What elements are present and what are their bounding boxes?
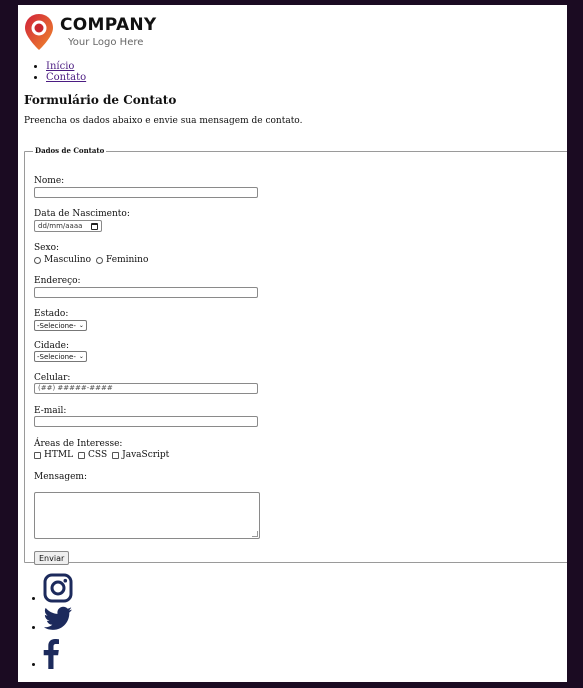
area-html-label: HTML: [44, 450, 74, 460]
list-bullet: [32, 663, 35, 666]
nome-input[interactable]: [34, 187, 258, 198]
nome-label: Nome:: [34, 176, 65, 186]
email-input[interactable]: [34, 416, 258, 427]
area-css-checkbox[interactable]: [78, 451, 86, 459]
nascimento-label: Data de Nascimento:: [34, 209, 130, 219]
estado-select-value: -Selecione-: [37, 321, 76, 330]
estado-label: Estado:: [34, 309, 69, 319]
resize-handle-icon[interactable]: [252, 531, 258, 537]
facebook-icon[interactable]: [43, 639, 59, 669]
nascimento-placeholder: dd/mm/aaaa: [38, 222, 83, 230]
area-javascript-checkbox[interactable]: [112, 451, 120, 459]
nascimento-input[interactable]: dd/mm/aaaa: [34, 220, 102, 232]
nav-link-inicio[interactable]: Início: [46, 61, 74, 72]
page: COMPANY Your Logo Here Início Contato Fo…: [18, 5, 567, 682]
enviar-button[interactable]: Enviar: [34, 551, 70, 565]
cidade-label: Cidade:: [34, 341, 70, 351]
page-title: Formulário de Contato: [24, 93, 177, 107]
sexo-label: Sexo:: [34, 243, 60, 253]
twitter-icon[interactable]: [43, 606, 73, 632]
social-item-facebook[interactable]: [32, 639, 59, 669]
list-bullet: [32, 626, 35, 629]
social-item-instagram[interactable]: [32, 573, 73, 603]
cidade-select[interactable]: -Selecione- ⌄: [34, 351, 87, 362]
mensagem-textarea[interactable]: [34, 492, 260, 539]
nav-item-contato: Contato: [46, 72, 86, 83]
social-item-twitter[interactable]: [32, 606, 73, 632]
chevron-down-icon: ⌄: [78, 322, 84, 329]
nav-link-contato[interactable]: Contato: [46, 72, 86, 83]
email-label: E-mail:: [34, 406, 67, 416]
sexo-options: Masculino Feminino: [34, 255, 153, 265]
chevron-down-icon: ⌄: [78, 353, 84, 360]
celular-input[interactable]: (##) #####-####: [34, 383, 258, 394]
logo-tagline: Your Logo Here: [68, 36, 144, 48]
sexo-masculino-label: Masculino: [44, 255, 92, 265]
instagram-icon[interactable]: [43, 573, 73, 603]
list-bullet: [32, 597, 35, 600]
contact-fieldset: Dados de Contato Nome: Data de Nasciment…: [24, 146, 567, 565]
estado-select[interactable]: -Selecione- ⌄: [34, 320, 87, 331]
sexo-masculino-radio[interactable]: [34, 256, 41, 264]
main-nav: Início Contato: [28, 61, 86, 83]
area-css-label: CSS: [88, 450, 108, 460]
celular-label: Celular:: [34, 373, 71, 383]
nav-item-inicio: Início: [46, 61, 86, 72]
sexo-feminino-radio[interactable]: [96, 256, 104, 264]
fieldset-legend: Dados de Contato: [33, 146, 107, 155]
page-intro: Preencha os dados abaixo e envie sua men…: [24, 116, 303, 126]
area-javascript-label: JavaScript: [122, 450, 170, 460]
logo-company-name: COMPANY: [60, 14, 157, 35]
cidade-select-value: -Selecione-: [37, 352, 76, 361]
company-logo[interactable]: COMPANY Your Logo Here: [24, 10, 157, 54]
sexo-feminino-label: Feminino: [106, 255, 149, 265]
endereco-input[interactable]: [34, 287, 258, 298]
celular-placeholder: (##) #####-####: [38, 384, 113, 392]
areas-label: Áreas de Interesse:: [34, 439, 123, 449]
areas-options: HTML CSS JavaScript: [34, 450, 174, 460]
area-html-checkbox[interactable]: [34, 451, 41, 459]
calendar-icon[interactable]: [91, 222, 98, 230]
mensagem-label: Mensagem:: [34, 472, 87, 482]
endereco-label: Endereço:: [34, 276, 81, 286]
logo-pin-icon: [25, 14, 53, 50]
